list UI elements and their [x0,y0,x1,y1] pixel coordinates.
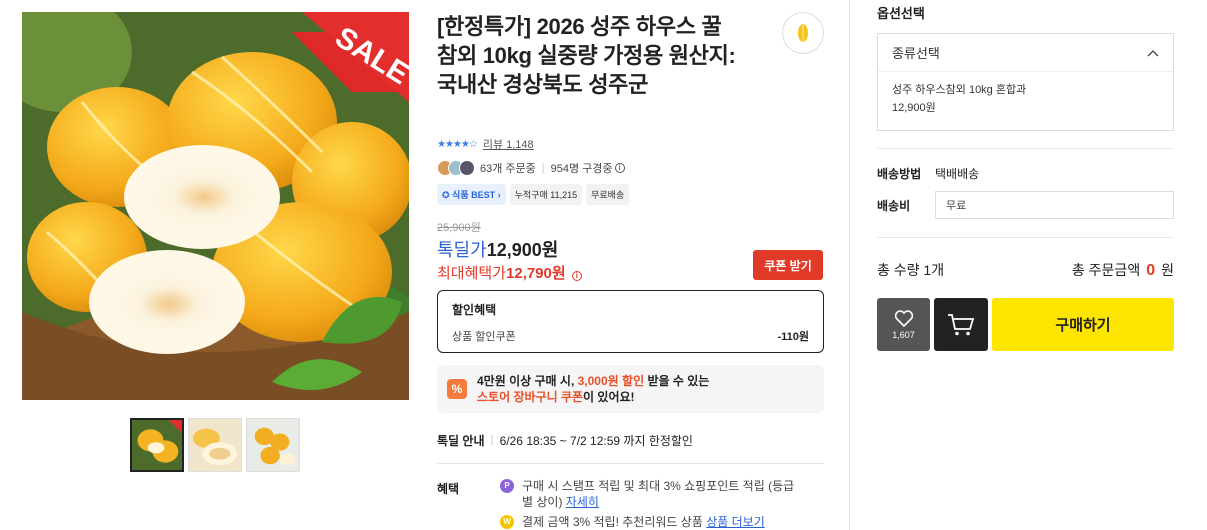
wishlist-count: 1,607 [892,329,915,340]
star-rating-icon: ★★★★☆ [437,138,478,150]
buyer-avatars [437,160,475,176]
discount-row-value: -110원 [777,331,809,343]
selected-option[interactable]: 성주 하우스참외 10kg 혼합과 12,900원 [878,72,1173,126]
deal-price-label: 톡딜가 [437,240,487,260]
order-status-row: 63개 주문중 | 954명 구경중 i [437,160,625,176]
chevron-up-icon [1147,49,1159,56]
max-benefit-label: 최대혜택가 [437,265,507,282]
shipping-fee-value: 무료 [935,191,1174,219]
option-dropdown[interactable]: 종류선택 [878,34,1173,72]
divider [877,148,1174,149]
info-icon[interactable]: i [614,163,625,173]
original-price: 25,900원 [437,222,481,234]
tag-cumulative-purchase: 누적구매 11,215 [509,184,583,205]
deal-price-row: 톡딜가12,900원 [437,236,558,262]
divider [877,237,1174,238]
deal-price: 12,900원 [486,240,559,260]
total-quantity: 총 수량 1개 [877,262,945,278]
option-title: 옵션선택 [877,6,925,21]
cart-coupon-promo[interactable]: % 4만원 이상 구매 시, 3,000원 할인 받을 수 있는 스토어 장바구… [437,365,824,413]
review-link[interactable]: 리뷰 1,148 [483,136,534,152]
percent-icon: % [447,379,467,399]
shipping-method-row: 배송방법 택배배송 [877,167,980,181]
tag-free-shipping: 무료배송 [586,184,630,205]
point-icon: P [500,479,514,493]
discount-title: 할인혜택 [452,303,497,317]
thumbnail-3[interactable] [246,418,300,472]
thumbnail-list [130,418,300,472]
shipping-fee-row: 배송비 무료 [877,191,1174,219]
deal-info-label: 톡딜 안내 [437,434,485,448]
rating-row: ★★★★☆ 리뷰 1,148 [437,136,534,152]
panel-divider [849,0,850,530]
deal-info-row: 톡딜 안내 | 6/26 18:35 ~ 7/2 12:59 까지 한정할인 [437,432,693,448]
benefit-label: 혜택 [437,482,460,496]
tag-list: ✪ 식품 BEST › 누적구매 11,215 무료배송 [437,184,630,205]
wishlist-button[interactable]: 1,607 [877,298,930,351]
option-select-box: 종류선택 성주 하우스참외 10kg 혼합과 12,900원 [877,33,1174,131]
discount-row-label: 상품 할인쿠폰 [452,331,516,343]
benefit-point: P 구매 시 스탬프 적립 및 최대 3% 쇼핑포인트 적립 (등급별 상이) … [500,478,800,510]
detail-link[interactable]: 자세히 [566,495,599,509]
thumbnail-1[interactable] [130,418,184,472]
info-icon[interactable]: i [571,271,582,281]
tag-food-best[interactable]: ✪ 식품 BEST › [437,184,506,205]
melon-icon [798,24,808,42]
badge-icon: ✪ [442,190,453,200]
buy-now-button[interactable]: 구매하기 [992,298,1174,351]
benefit-reward: W 결제 금액 3% 적립! 추천리워드 상품 상품 더보기 [500,514,765,530]
coupon-button[interactable]: 쿠폰 받기 [753,250,823,280]
more-products-link[interactable]: 상품 더보기 [706,515,765,529]
divider [437,463,824,464]
thumbnail-2[interactable] [188,418,242,472]
product-main-image: SALE [22,12,409,400]
product-title: [한정특가] 2026 성주 하우스 꿀 참외 10kg 실중량 가정용 원산지… [437,14,736,97]
coin-icon: W [500,515,514,529]
discount-box: 할인혜택 상품 할인쿠폰 -110원 [437,290,824,353]
cart-icon [948,313,975,335]
viewer-count: 954명 구경중 [550,163,613,175]
order-count: 63개 주문중 [480,163,536,175]
max-benefit-price-row: 최대혜택가12,790원 i [437,262,582,283]
heart-icon [894,309,913,327]
total-amount: 총 주문금액 0 원 [1071,262,1174,279]
cart-button[interactable] [934,298,988,351]
share-button[interactable] [782,12,824,54]
max-benefit-price: 12,790원 [506,265,566,282]
total-row: 총 수량 1개 총 주문금액 0 원 [877,260,1174,280]
deal-period: 6/26 18:35 ~ 7/2 12:59 까지 한정할인 [499,434,693,448]
